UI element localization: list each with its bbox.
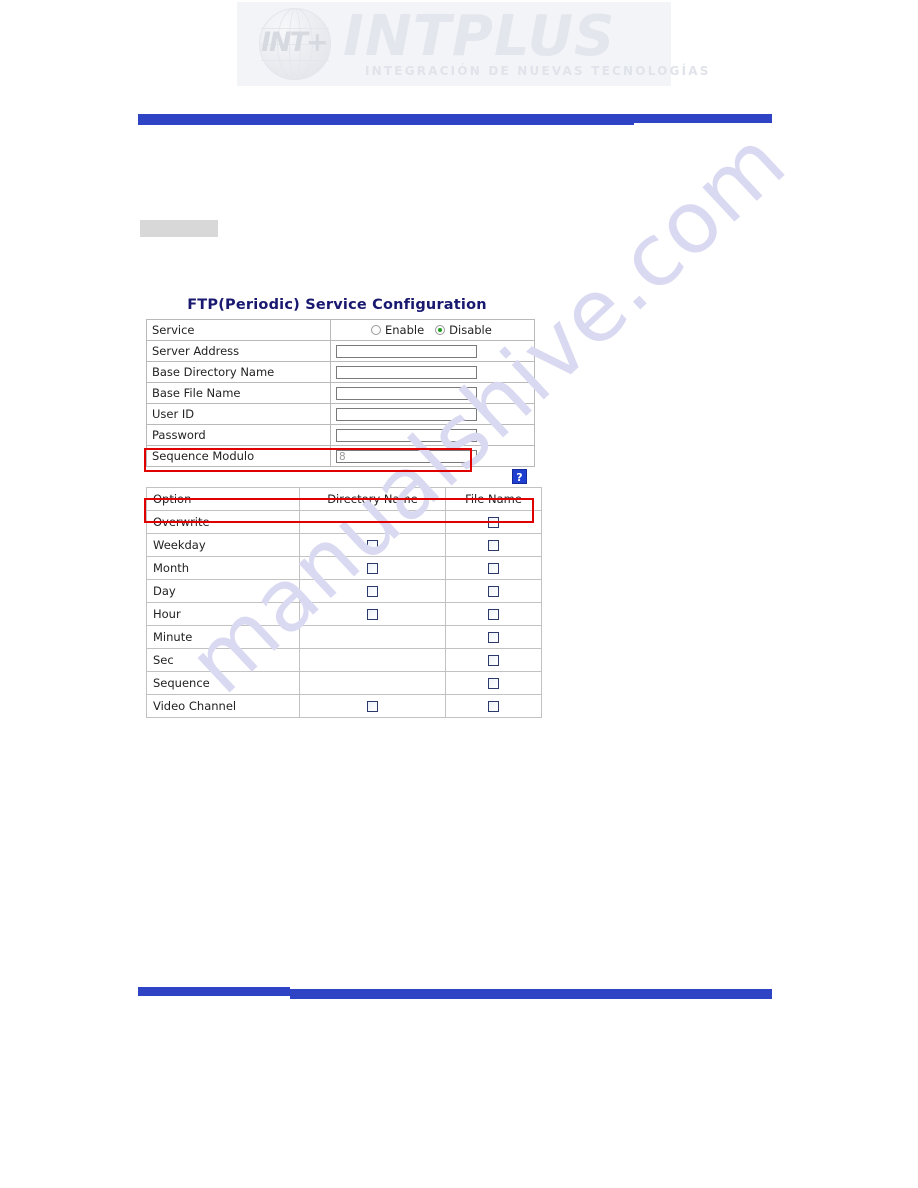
table-row: Base Directory Name <box>146 361 535 383</box>
option-label-sequence: Sequence <box>146 671 300 695</box>
file-cell-sec <box>445 648 542 672</box>
table-row: Video Channel <box>146 694 542 718</box>
row-label-base-file-name: Base File Name <box>146 382 331 404</box>
checkbox-file-day[interactable] <box>488 586 499 597</box>
checkbox-directory-day[interactable] <box>367 586 378 597</box>
row-label-base-directory-name: Base Directory Name <box>146 361 331 383</box>
row-label-user-id: User ID <box>146 403 331 425</box>
checkbox-file-sec[interactable] <box>488 655 499 666</box>
checkbox-directory-hour[interactable] <box>367 609 378 620</box>
row-label-server-address: Server Address <box>146 340 331 362</box>
directory-cell-hour <box>299 602 446 626</box>
base-directory-name-input[interactable] <box>336 365 477 379</box>
option-label-weekday: Weekday <box>146 533 300 557</box>
file-cell-hour <box>445 602 542 626</box>
header-rule-left <box>138 114 634 125</box>
password-input[interactable] <box>336 428 477 442</box>
sequence-modulo-highlight <box>144 448 472 472</box>
option-label-hour: Hour <box>146 602 300 626</box>
page-title: FTP(Periodic) Service Configuration <box>187 297 487 313</box>
service-radio-group: Enable Disable <box>330 319 535 341</box>
option-label-sec: Sec <box>146 648 300 672</box>
table-row: Password <box>146 424 535 446</box>
file-cell-minute <box>445 625 542 649</box>
table-row: Sequence <box>146 671 542 695</box>
radio-enable[interactable] <box>371 325 381 335</box>
directory-cell-day <box>299 579 446 603</box>
checkbox-file-sequence[interactable] <box>488 678 499 689</box>
radio-enable-label: Enable <box>385 323 425 337</box>
logo-wordmark: INTPLUS <box>343 4 616 69</box>
checkbox-file-hour[interactable] <box>488 609 499 620</box>
option-label-minute: Minute <box>146 625 300 649</box>
logo-monogram: INT+ <box>261 27 329 58</box>
section-placeholder-box <box>140 220 218 237</box>
checkbox-directory-video-channel[interactable] <box>367 701 378 712</box>
table-row: Base File Name <box>146 382 535 404</box>
directory-cell-weekday <box>299 533 446 557</box>
file-cell-month <box>445 556 542 580</box>
radio-disable-label: Disable <box>449 323 492 337</box>
table-row: Service Enable Disable <box>146 319 535 341</box>
user-id-input[interactable] <box>336 407 477 421</box>
file-cell-weekday <box>445 533 542 557</box>
table-row: Sec <box>146 648 542 672</box>
checkbox-directory-weekday[interactable] <box>367 540 378 551</box>
option-label-day: Day <box>146 579 300 603</box>
file-cell-video-channel <box>445 694 542 718</box>
radio-disable[interactable] <box>435 325 446 335</box>
checkbox-directory-month[interactable] <box>367 563 378 574</box>
file-cell-day <box>445 579 542 603</box>
checkbox-file-weekday[interactable] <box>488 540 499 551</box>
directory-cell-video-channel <box>299 694 446 718</box>
logo-tagline: INTEGRACIÓN DE NUEVAS TECNOLOGÍAS <box>365 64 711 78</box>
table-row: Minute <box>146 625 542 649</box>
table-row: Weekday <box>146 533 542 557</box>
brand-logo: INT+ INTPLUS INTEGRACIÓN DE NUEVAS TECNO… <box>237 2 708 86</box>
option-label-month: Month <box>146 556 300 580</box>
directory-cell-month <box>299 556 446 580</box>
service-configuration-table: Service Enable Disable Server Address Ba… <box>146 319 535 467</box>
overwrite-row-highlight <box>144 498 534 523</box>
table-row: Server Address <box>146 340 535 362</box>
server-address-input[interactable] <box>336 344 477 358</box>
base-file-name-input[interactable] <box>336 386 477 400</box>
checkbox-file-video-channel[interactable] <box>488 701 499 712</box>
header-rule-right <box>634 114 772 123</box>
footer-rule-right <box>290 989 772 999</box>
directory-cell-sec <box>299 648 446 672</box>
help-icon[interactable]: ? <box>512 469 527 484</box>
footer-rule-left <box>138 987 290 996</box>
directory-cell-minute <box>299 625 446 649</box>
row-label-password: Password <box>146 424 331 446</box>
directory-cell-sequence <box>299 671 446 695</box>
table-row: Day <box>146 579 542 603</box>
file-cell-sequence <box>445 671 542 695</box>
option-label-video-channel: Video Channel <box>146 694 300 718</box>
table-row: Month <box>146 556 542 580</box>
table-row: Hour <box>146 602 542 626</box>
checkbox-file-month[interactable] <box>488 563 499 574</box>
row-label-service: Service <box>146 319 331 341</box>
table-row: User ID <box>146 403 535 425</box>
checkbox-file-minute[interactable] <box>488 632 499 643</box>
